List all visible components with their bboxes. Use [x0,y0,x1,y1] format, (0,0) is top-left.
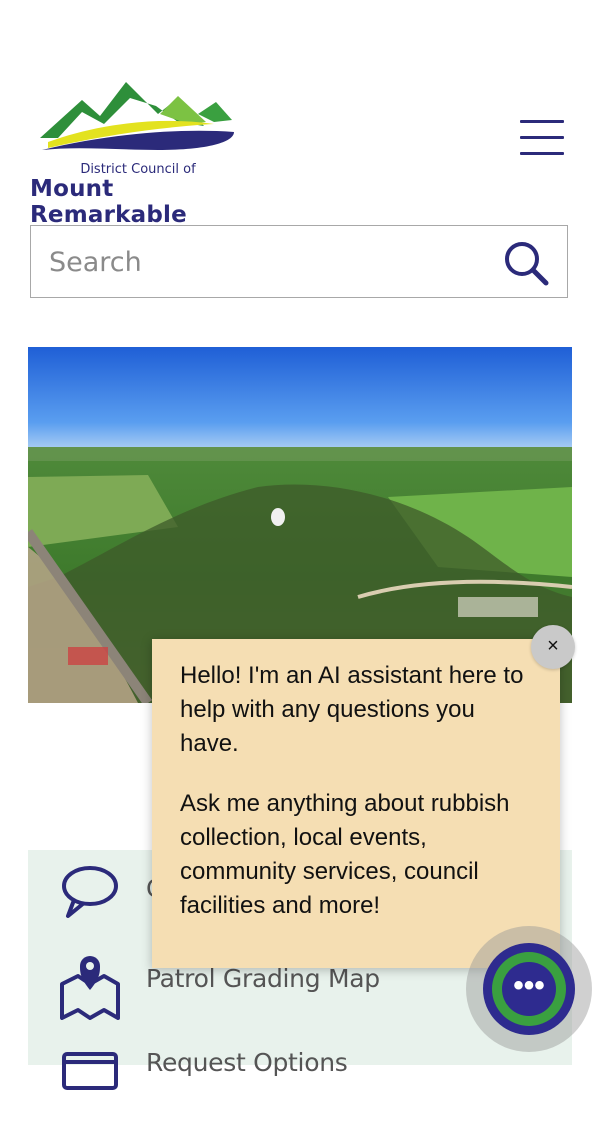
council-logo[interactable]: District Council of Mount Remarkable [28,76,248,228]
patrol-grading-map-label: Patrol Grading Map [146,964,380,993]
search-input[interactable] [47,226,491,299]
chat-close-button[interactable]: × [531,625,575,669]
search-icon[interactable] [503,240,549,286]
map-pin-icon [60,956,120,1020]
chat-launcher-ring: ••• [483,943,575,1035]
speech-bubble-icon [62,866,118,918]
chat-message-1: Hello! I'm an AI assistant here to help … [180,662,524,757]
logo-title: Mount Remarkable [30,176,187,228]
logo-subtitle: District Council of [80,162,196,177]
chat-message-2: Ask me anything about rubbish collection… [180,790,510,919]
quick-link-item-3[interactable]: Request Options [28,1046,572,1126]
quick-link-label-3: Request Options [146,1048,348,1077]
form-icon [62,1052,118,1090]
chat-launcher-button[interactable]: ••• [466,926,592,1052]
chat-launcher-accent: ••• [492,952,566,1026]
hamburger-menu-icon[interactable] [520,120,564,160]
mountain-logo-icon [40,82,234,150]
chat-dots-icon: ••• [502,962,556,1016]
chat-welcome-bubble[interactable]: Hello! I'm an AI assistant here to help … [152,639,560,968]
search-box [30,225,568,299]
